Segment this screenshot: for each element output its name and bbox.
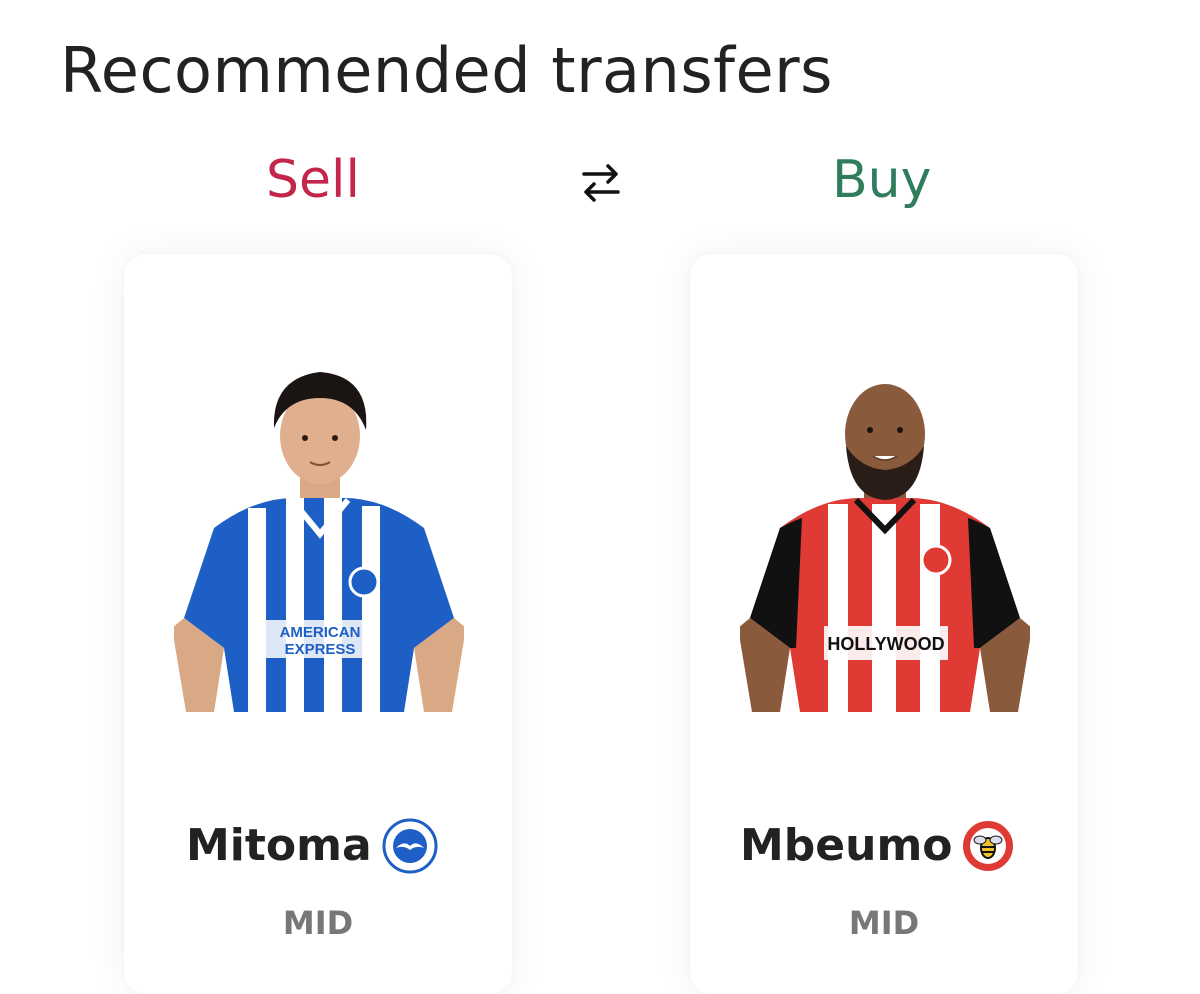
sell-label: Sell — [266, 150, 360, 210]
brighton-badge-icon — [382, 818, 438, 874]
svg-text:AMERICAN: AMERICAN — [280, 624, 361, 641]
sell-player-card[interactable]: AMERICAN EXPRESS Mitoma MID — [124, 254, 512, 994]
player-name: Mbeumo — [740, 820, 953, 871]
player-photo: HOLLYWOOD — [740, 384, 1030, 712]
page-title: Recommended transfers — [60, 34, 833, 107]
player-photo: AMERICAN EXPRESS — [174, 372, 464, 712]
player-name: Mitoma — [186, 820, 372, 871]
buy-player-card[interactable]: HOLLYWOOD Mbeumo MID — [690, 254, 1078, 994]
swap-arrows-icon[interactable] — [578, 160, 624, 206]
transfer-header: Sell Buy — [0, 150, 1200, 220]
buy-label: Buy — [832, 150, 932, 210]
svg-text:HOLLYWOOD: HOLLYWOOD — [827, 634, 944, 654]
svg-text:EXPRESS: EXPRESS — [285, 641, 356, 658]
player-position: MID — [848, 904, 920, 942]
brentford-badge-icon — [961, 819, 1015, 873]
player-position: MID — [282, 904, 354, 942]
